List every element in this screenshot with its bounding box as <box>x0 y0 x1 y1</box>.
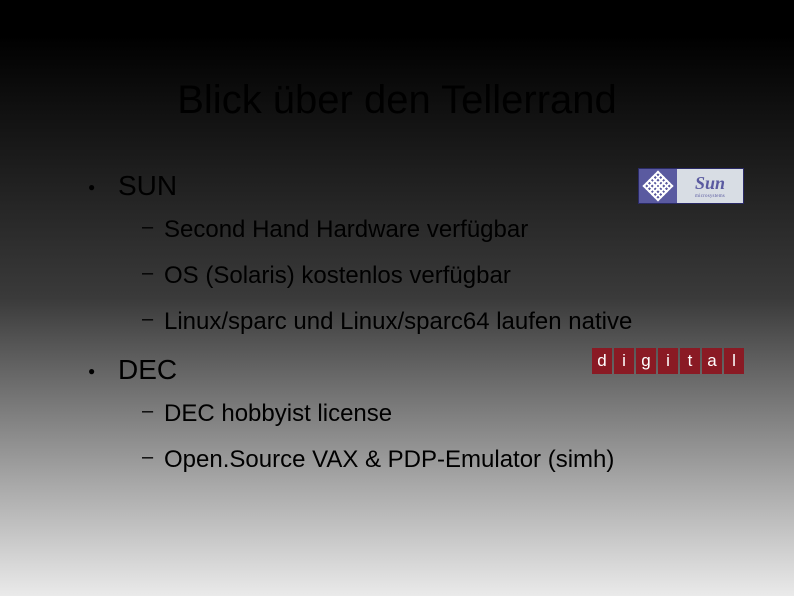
slide-content: SUN Second Hand Hardware verfügbar OS (S… <box>88 168 744 492</box>
sub-bullet-item: DEC hobbyist license <box>142 400 744 428</box>
bullet-list: SUN Second Hand Hardware verfügbar OS (S… <box>88 170 744 474</box>
bullet-item-sun: SUN Second Hand Hardware verfügbar OS (S… <box>88 170 744 336</box>
sub-bullet-item: Open.Source VAX & PDP-Emulator (simh) <box>142 446 744 474</box>
sub-bullet-item: Second Hand Hardware verfügbar <box>142 216 744 244</box>
sub-bullet-list: DEC hobbyist license Open.Source VAX & P… <box>118 400 744 474</box>
slide: Blick über den Tellerrand Sun microsyste… <box>0 0 794 596</box>
bullet-label: SUN <box>118 170 744 202</box>
bullet-item-dec: DEC DEC hobbyist license Open.Source VAX… <box>88 354 744 474</box>
sub-bullet-list: Second Hand Hardware verfügbar OS (Solar… <box>118 216 744 336</box>
sub-bullet-item: OS (Solaris) kostenlos verfügbar <box>142 262 744 290</box>
bullet-label: DEC <box>118 354 744 386</box>
slide-title: Blick über den Tellerrand <box>0 78 794 123</box>
sub-bullet-item: Linux/sparc und Linux/sparc64 laufen nat… <box>142 308 744 336</box>
